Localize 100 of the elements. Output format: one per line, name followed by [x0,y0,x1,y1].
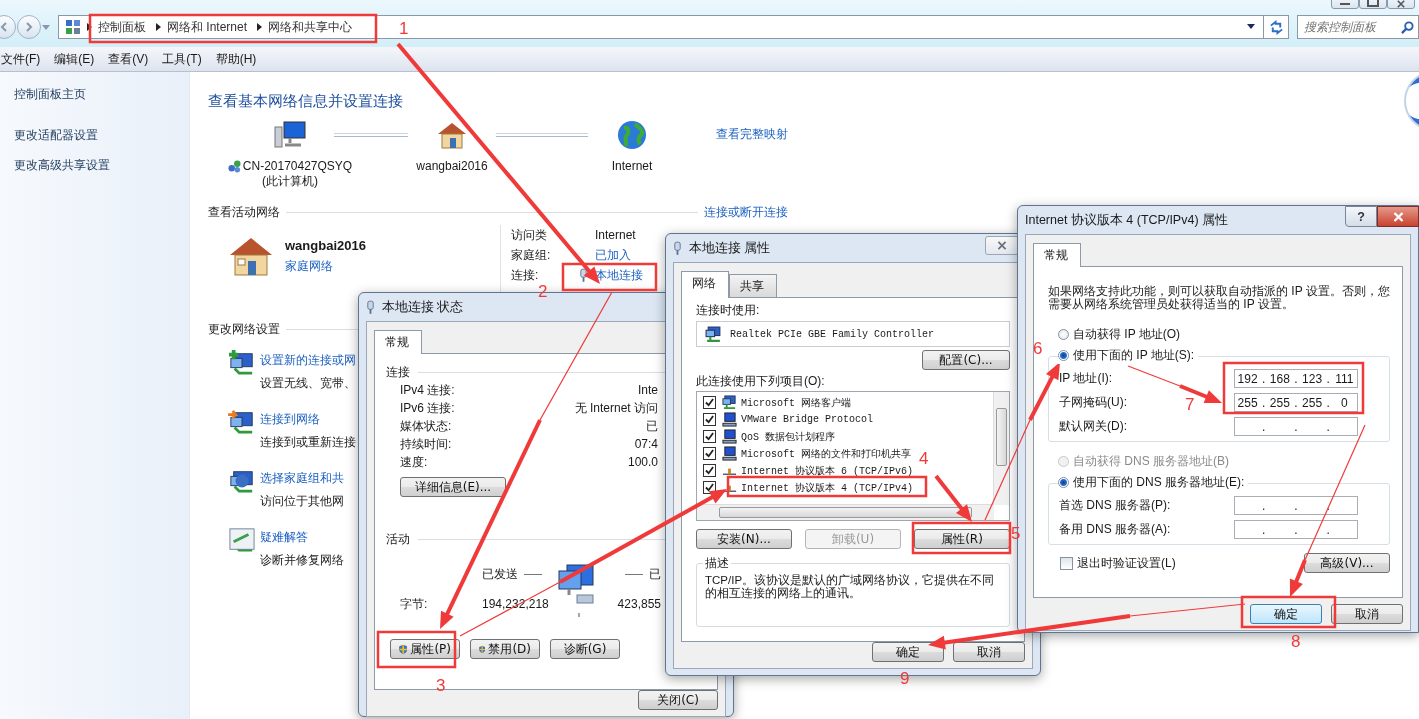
ip-address-field[interactable]: 192 . 168 . 123 . 111 [1234,369,1358,388]
computer-icon [722,446,737,461]
status-value: 07:4 [634,437,658,451]
close-icon [1396,0,1406,8]
refresh-button[interactable] [1264,15,1289,39]
list-item[interactable]: Internet 协议版本 6 (TCP/IPv6) [703,462,914,479]
dropdown-icon[interactable] [1247,24,1255,29]
field-label: 默认网关(D): [1059,418,1127,435]
intro-text: 如果网络支持此功能，则可以获取自动指派的 IP 设置。否则，您需要从网络系统管理员处获得适当的 IP 设置。 [1048,285,1390,311]
close-button[interactable] [1377,206,1419,227]
radio-button[interactable] [1058,350,1069,361]
close-button[interactable]: 关闭(C) [638,690,718,710]
close-button[interactable] [985,236,1019,255]
search-field[interactable]: 搜索控制面板 [1297,15,1419,39]
close-icon [1392,211,1404,222]
chevron-icon[interactable] [257,23,263,31]
chevron-icon[interactable] [87,23,92,31]
ip-address-field[interactable]: . . . [1234,520,1358,539]
ok-button[interactable]: 确定 [872,642,944,662]
breadcrumb[interactable]: 网络和 Internet [167,18,248,36]
status-label: IPv4 连接: [400,381,455,399]
ip-address-field[interactable]: 255 . 255 . 255 . 0 [1234,393,1358,412]
page-title: 查看基本网络信息并设置连接 [208,92,404,111]
validate-checkbox[interactable]: 退出时验证设置(L) [1060,554,1176,572]
menu-item[interactable]: 工具(T) [162,50,202,68]
field-label: IP 地址(I): [1059,370,1113,387]
network-task-icon [228,527,256,553]
task-link[interactable]: 疑难解答 [260,529,344,546]
horizontal-scrollbar[interactable] [697,504,994,520]
tab[interactable]: 共享 [729,274,777,297]
menu-item[interactable]: 帮助(H) [215,50,257,68]
full-map-link[interactable]: 查看完整映射 [716,126,788,143]
chevron-icon[interactable] [156,23,161,31]
computer-icon [722,412,737,427]
radio-button[interactable] [1058,329,1069,340]
details-button[interactable]: 详细信息(E)... [400,477,506,497]
checkbox[interactable] [703,413,716,426]
list-item[interactable]: QoS 数据包计划程序 [703,428,835,445]
network-task-icon [228,468,256,494]
task-link[interactable]: 设置新的连接或网 [260,352,356,369]
ip-address-field[interactable]: . . . [1234,417,1358,436]
task-link[interactable]: 连接到网络 [260,411,356,428]
sidebar-link[interactable]: 更改适配器设置 [14,127,175,144]
tab[interactable]: 常规 [1033,243,1081,267]
group-heading: 描述 [703,555,731,572]
dialog-button[interactable]: 禁用(D) [470,639,540,659]
network-type-link[interactable]: 家庭网络 [285,257,366,275]
close-icon [997,241,1007,250]
network-adapter-icon [705,325,722,343]
sent-label: 已发送 [482,565,518,583]
search-icon[interactable] [1401,21,1414,34]
menu-item[interactable]: 文件(F) [1,50,41,68]
checkbox[interactable] [703,396,716,409]
tab[interactable]: 常规 [374,330,422,354]
network-task-icon [228,409,256,435]
vertical-scrollbar[interactable] [993,392,1009,505]
node-sublabel: (此计算机) [262,173,318,190]
radio-button[interactable] [1058,477,1069,488]
checkbox[interactable] [703,430,716,443]
checkbox[interactable] [703,447,716,460]
detail-label: 访问类 [511,226,548,244]
list-item[interactable]: Microsoft 网络客户端 [703,394,851,411]
plug-icon [366,299,375,315]
computer-icon [273,120,307,150]
group-heading: 连接 [386,364,410,381]
checkbox[interactable] [703,464,716,477]
dialog-button[interactable]: 诊断(G) [550,639,620,659]
configure-button[interactable]: 配置(C)... [922,350,1010,370]
task-link[interactable]: 选择家庭组和共 [260,470,344,487]
breadcrumb[interactable]: 网络和共享中心 [268,18,353,36]
menu-item[interactable]: 查看(V) [108,50,149,68]
status-label: 速度: [400,453,428,471]
group-heading: 活动 [386,531,410,548]
node-label: Internet [611,159,653,173]
step-number: 8 [1291,633,1301,650]
breadcrumb[interactable]: 控制面板 [98,18,146,36]
dialog-button[interactable]: 属性(P) [390,639,460,659]
radio-option[interactable]: 使用下面的 IP 地址(S): [1058,347,1199,364]
list-item[interactable]: VMware Bridge Protocol [703,411,874,428]
ip-address-field[interactable]: . . . [1234,496,1358,515]
homegroup-link[interactable]: 已加入 [595,246,631,264]
dialog-button[interactable]: 属性(R) [914,529,1010,549]
sidebar-link[interactable]: 更改高级共享设置 [14,157,175,174]
field-label: 此连接使用下列项目(O): [696,373,826,390]
cancel-button[interactable]: 取消 [953,642,1025,662]
bytes-label: 字节: [400,595,429,613]
cancel-button[interactable]: 取消 [1331,604,1403,624]
help-button[interactable]: ? [1345,206,1377,227]
menu-item[interactable]: 编辑(E) [54,50,95,68]
connect-disconnect-link[interactable]: 连接或断开连接 [704,204,788,221]
list-item[interactable]: Microsoft 网络的文件和打印机共享 [703,445,911,462]
ok-button[interactable]: 确定 [1250,604,1322,624]
status-value: 已 [646,417,658,435]
computer-name: CN-20170427QSYQ [242,159,353,173]
dialog-button[interactable]: 安装(N)... [696,529,792,549]
sidebar-link[interactable]: 控制面板主页 [14,86,175,103]
tab[interactable]: 网络 [681,271,729,298]
step-number: 4 [919,450,929,467]
radio-option[interactable]: 使用下面的 DNS 服务器地址(E): [1058,474,1249,491]
advanced-button[interactable]: 高级(V)... [1304,553,1390,573]
